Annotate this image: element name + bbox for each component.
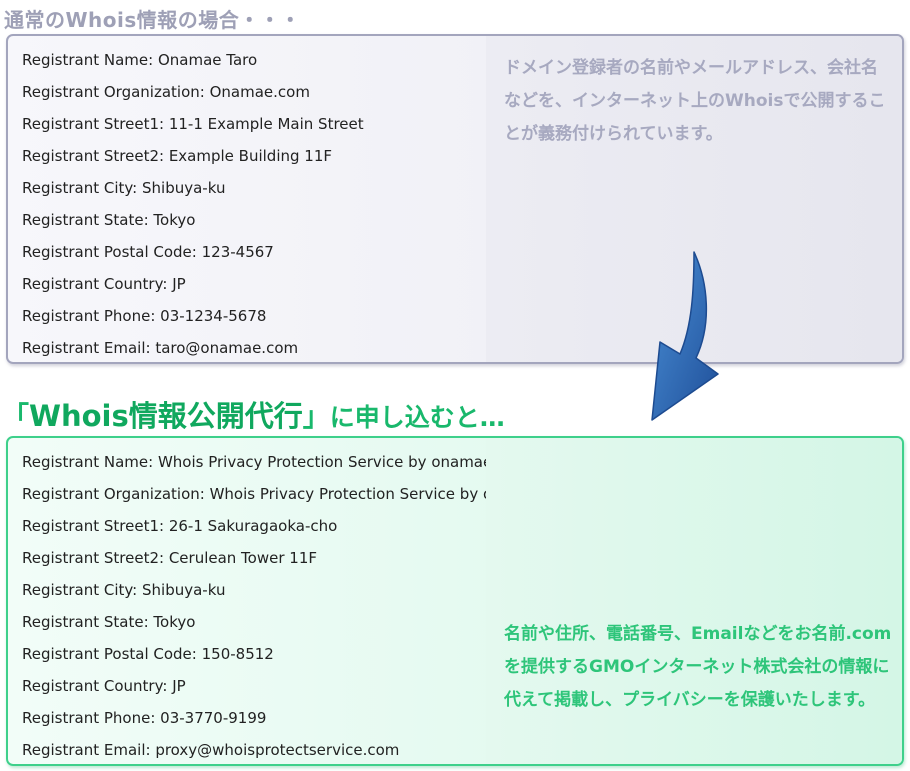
field-registrant-street1: Registrant Street1: 11-1 Example Main St… — [22, 115, 364, 133]
heading-after: 「Whois情報公開代行」に申し込むと… — [2, 393, 505, 435]
field-registrant-name: Registrant Name: Onamae Taro — [22, 51, 258, 69]
field-registrant-email: Registrant Email: taro@onamae.com — [22, 339, 299, 357]
heading-after-open-bracket: 「 — [2, 402, 29, 433]
field-registrant-country: Registrant Country: JP — [22, 275, 186, 293]
whois-before-panel: Registrant Name: Onamae Taro Registrant … — [6, 34, 904, 364]
heading-before: 通常のWhois情報の場合・・・ — [4, 8, 301, 32]
field-registrant-postal-code: Registrant Postal Code: 123-4567 — [22, 243, 274, 261]
field-registrant-phone: Registrant Phone: 03-1234-5678 — [22, 307, 267, 325]
after-note-pane: 名前や住所、電話番号、Emailなどをお名前.comを提供するGMOインターネッ… — [486, 438, 902, 764]
field-registrant-organization: Registrant Organization: Onamae.com — [22, 83, 310, 101]
heading-after-emphasis: Whois情報公開代行 — [29, 399, 303, 433]
field-registrant-city: Registrant City: Shibuya-ku — [22, 179, 226, 197]
whois-after-panel: Registrant Name: Whois Privacy Protectio… — [6, 436, 904, 766]
heading-after-rest: に申し込むと… — [329, 403, 505, 432]
field-registrant-street2: Registrant Street2: Example Building 11F — [22, 147, 332, 165]
whois-before-fields: Registrant Name: Onamae Taro Registrant … — [22, 46, 364, 362]
field-registrant-state: Registrant State: Tokyo — [22, 211, 196, 229]
curved-down-arrow-icon — [651, 251, 719, 421]
before-note: ドメイン登録者の名前やメールアドレス、会社名などを、インターネット上のWhois… — [504, 58, 886, 144]
heading-after-close-bracket: 」 — [302, 402, 330, 433]
after-note: 名前や住所、電話番号、Emailなどをお名前.comを提供するGMOインターネッ… — [504, 624, 892, 710]
